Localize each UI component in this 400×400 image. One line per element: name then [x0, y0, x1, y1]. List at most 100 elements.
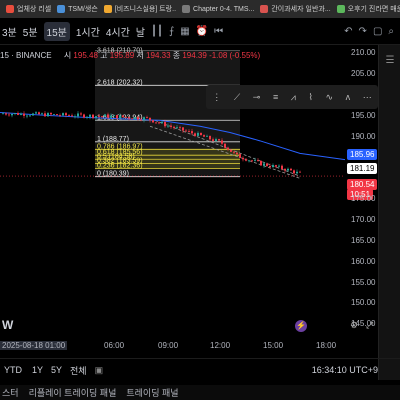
trendline-icon[interactable]: ⟋ — [234, 92, 240, 103]
flash-icon[interactable]: ⚡ — [295, 320, 307, 332]
range-all[interactable]: 전체 — [70, 364, 87, 377]
settings-icon[interactable]: ⚙ — [350, 320, 358, 331]
drag-handle-icon[interactable]: ⋮ — [212, 92, 221, 103]
bookmark-item[interactable]: 간이과세자 일반과... — [260, 4, 331, 14]
low-label: 저 — [136, 51, 144, 60]
time-axis[interactable]: 2025-08-18 01:00 06:00 09:00 12:00 15:00… — [0, 340, 345, 354]
candle-body — [146, 117, 148, 119]
candle-body — [20, 113, 22, 115]
tab-replay-trading[interactable]: 리플레이 트레이딩 패널 — [29, 386, 117, 399]
bookmark-favicon-icon — [57, 5, 66, 13]
tab-trading-panel[interactable]: 트레이딩 패널 — [126, 386, 178, 399]
interval-15m[interactable]: 15분 — [43, 21, 70, 41]
price-tick: 210.00 — [351, 48, 376, 58]
alert-icon[interactable]: ⏰ — [196, 26, 208, 37]
wave-icon[interactable]: ∿ — [325, 92, 333, 103]
candle-body — [71, 115, 73, 117]
candle-body — [167, 125, 169, 127]
clock[interactable]: 16:34:10 UTC+9 — [312, 365, 378, 375]
bookmark-item[interactable]: [비즈니스실용] 트랑.. — [103, 4, 176, 14]
candle-body — [122, 115, 124, 117]
candle-body — [257, 160, 259, 161]
bookmark-favicon-icon — [182, 5, 191, 13]
pattern-icon[interactable]: ⩘ — [291, 92, 296, 103]
elliott-icon[interactable]: ⌇ — [308, 92, 312, 103]
candle-body — [104, 114, 106, 117]
interval-5m[interactable]: 5분 — [23, 24, 38, 39]
bookmark-label: TSM/생슨 — [68, 6, 98, 13]
bookmark-favicon-icon — [336, 5, 345, 13]
candle-body — [134, 117, 136, 120]
date-range-icon[interactable]: ▣ — [95, 365, 104, 376]
candle-body — [296, 171, 298, 174]
watchlist-icon[interactable]: ☰ — [379, 55, 400, 66]
right-sidebar: ☰ — [378, 45, 400, 380]
candle-body — [26, 115, 28, 117]
bookmark-item[interactable]: Chapter 0-4. TMS... — [182, 5, 254, 13]
redo-icon[interactable]: ↷ — [359, 26, 367, 37]
expand-icon[interactable]: ⤢ — [366, 320, 373, 331]
candle-body — [113, 115, 115, 116]
candle-body — [212, 139, 214, 141]
interval-dropdown[interactable]: 날 — [136, 24, 145, 39]
interval-4h[interactable]: 4시간 — [106, 24, 130, 39]
price-tick: 205.00 — [351, 69, 376, 79]
candle-body — [62, 113, 64, 116]
candle-body — [68, 115, 70, 116]
replay-icon[interactable]: ⏮ — [214, 26, 223, 37]
abcd-icon[interactable]: ʌ — [346, 92, 351, 102]
candle-body — [218, 139, 220, 141]
search-icon[interactable]: ⌕ — [388, 26, 394, 37]
candle-body — [299, 171, 301, 173]
range-ytd[interactable]: YTD — [4, 365, 22, 375]
range-1y[interactable]: 1Y — [32, 365, 43, 375]
candle-body — [119, 115, 121, 119]
more-icon[interactable]: ⋯ — [363, 92, 372, 103]
price-tick: 175.00 — [351, 194, 376, 204]
candle-body — [281, 165, 283, 169]
fib-icon[interactable]: ≡ — [273, 92, 278, 102]
layout-grid-icon[interactable]: ▢ — [373, 26, 382, 37]
low-value: 194.33 — [146, 51, 171, 60]
symbol-legend: 15 · BINANCE 시 195.48 고 195.89 저 194.33 … — [0, 50, 260, 61]
interval-1h[interactable]: 1시간 — [76, 24, 100, 39]
tab-screener[interactable]: 스터 — [2, 386, 19, 399]
horizontal-line-icon[interactable]: ⊸ — [253, 92, 261, 103]
candle-body — [224, 143, 226, 148]
ma-price-label: 185.96 — [347, 148, 378, 160]
undo-icon[interactable]: ↶ — [344, 26, 352, 37]
bookmark-item[interactable]: 업체상 리셀 — [6, 4, 51, 14]
candle-body — [293, 170, 295, 174]
candle-body — [254, 160, 256, 161]
open-label: 시 — [63, 51, 72, 60]
price-line-label: 181.19 — [347, 162, 378, 174]
candle-body — [29, 115, 31, 117]
layout-icon[interactable]: ▦ — [180, 26, 189, 37]
candle-body — [5, 113, 7, 115]
fib-label: 0.236 (182.36) — [97, 163, 143, 170]
candle-body — [248, 160, 250, 162]
bookmark-item[interactable]: 오후기 진라면 매운... — [336, 4, 400, 14]
crosshair-time-label: 2025-08-18 01:00 — [0, 341, 68, 350]
candle-body — [161, 121, 163, 123]
symbol-name[interactable]: 15 · BINANCE — [0, 51, 52, 60]
candle-body — [128, 117, 130, 119]
candle-body — [278, 165, 280, 167]
candle-body — [83, 114, 85, 118]
bookmark-item[interactable]: TSM/생슨 — [57, 4, 98, 14]
candle-body — [110, 115, 112, 118]
candle-body — [284, 168, 286, 171]
candle-body — [245, 159, 247, 161]
candle-type-icon[interactable]: ┃┃ — [151, 26, 163, 37]
candle-body — [215, 139, 217, 141]
candle-body — [17, 113, 19, 115]
interval-partial[interactable]: 3분 — [2, 24, 17, 39]
indicators-icon[interactable]: ⨍ — [169, 26, 174, 37]
candle-body — [179, 127, 181, 129]
range-5y[interactable]: 5Y — [51, 365, 62, 375]
bookmark-favicon-icon — [260, 5, 269, 13]
candle-body — [269, 165, 271, 168]
candle-body — [92, 114, 94, 118]
candle-body — [251, 160, 253, 162]
candle-body — [191, 131, 193, 134]
